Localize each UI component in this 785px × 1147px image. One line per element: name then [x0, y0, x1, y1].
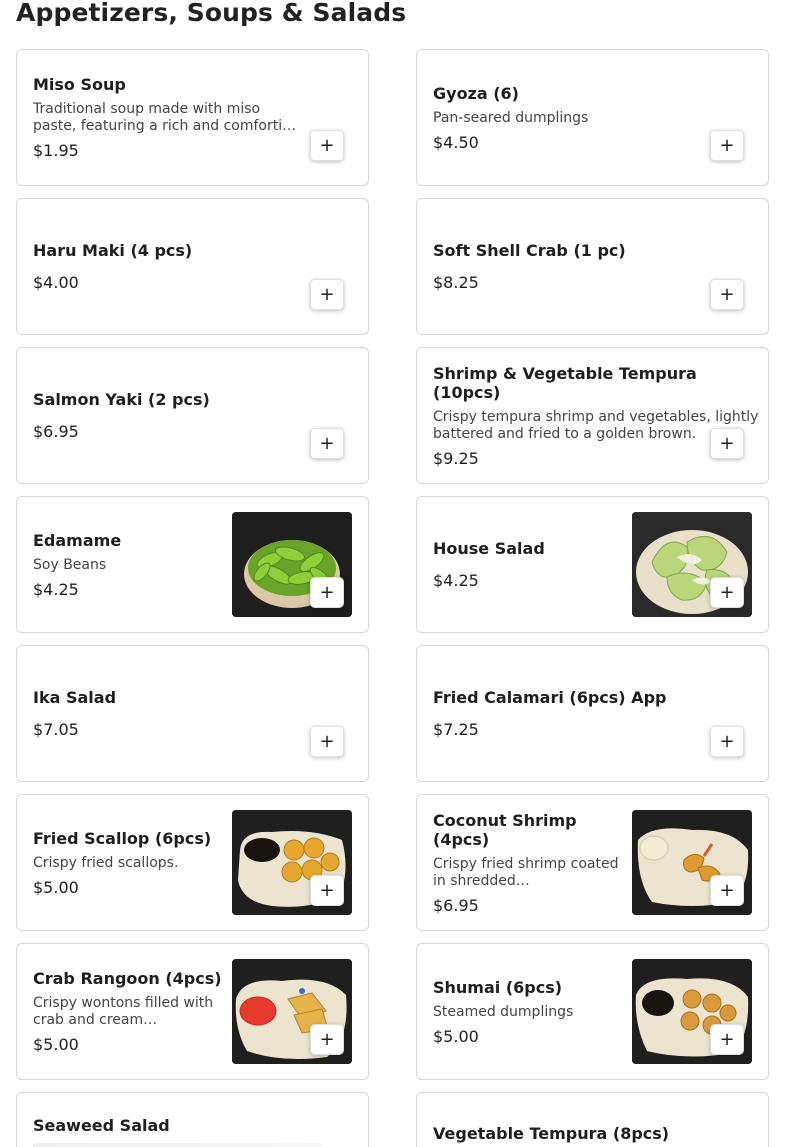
menu-grid: Miso Soup Traditional soup made with mis…: [16, 49, 769, 1147]
item-description: Steamed dumplings: [433, 1003, 574, 1020]
menu-item-fried-scallop[interactable]: Fried Scallop (6pcs) Crispy fried scallo…: [16, 794, 369, 931]
item-price: $8.25: [433, 273, 479, 292]
menu-item-shumai[interactable]: Shumai (6pcs) Steamed dumplings $5.00 +: [416, 943, 769, 1080]
add-to-cart-button[interactable]: +: [310, 279, 344, 310]
item-name: Coconut Shrimp (4pcs): [433, 810, 577, 849]
item-name: Seaweed Salad: [33, 1116, 170, 1135]
item-name: Shrimp & Vegetable Tempura (10pcs): [433, 363, 697, 402]
menu-item-gyoza[interactable]: Gyoza (6) Pan-seared dumplings $4.50 +: [416, 49, 769, 186]
item-price: $5.00: [433, 1026, 479, 1046]
add-to-cart-button[interactable]: +: [310, 875, 344, 906]
item-name: Miso Soup: [33, 75, 126, 94]
add-to-cart-button[interactable]: +: [710, 1024, 744, 1055]
item-description-cutoff: [33, 1143, 323, 1147]
item-name: Vegetable Tempura (8pcs): [433, 1124, 670, 1143]
item-description: Pan-seared dumplings: [433, 109, 589, 126]
item-description: Crispy fried shrimp coated in shredded…: [433, 855, 619, 889]
add-to-cart-button[interactable]: +: [710, 428, 744, 459]
item-description: Crispy wontons filled with crab and crea…: [33, 995, 214, 1028]
section-title: Appetizers, Soups & Salads: [16, 0, 407, 27]
menu-item-shrimp-vegetable-tempura[interactable]: Shrimp & Vegetable Tempura (10pcs) Crisp…: [416, 347, 769, 484]
item-name: Crab Rangoon (4pcs): [33, 969, 222, 988]
add-to-cart-button[interactable]: +: [710, 577, 744, 608]
item-price: $6.95: [33, 422, 79, 441]
menu-item-salmon-yaki[interactable]: Salmon Yaki (2 pcs) $6.95 +: [16, 347, 369, 484]
item-price: $6.95: [433, 895, 479, 915]
item-description: Traditional soup made with miso paste, f…: [33, 101, 300, 134]
item-price: $9.25: [433, 448, 479, 468]
add-to-cart-button[interactable]: +: [310, 130, 344, 161]
add-to-cart-button[interactable]: +: [310, 577, 344, 608]
add-to-cart-button[interactable]: +: [310, 1024, 344, 1055]
menu-item-haru-maki[interactable]: Haru Maki (4 pcs) $4.00 +: [16, 198, 369, 335]
menu-item-house-salad[interactable]: House Salad $4.25 +: [416, 496, 769, 633]
menu-item-crab-rangoon[interactable]: Crab Rangoon (4pcs) Crispy wontons fille…: [16, 943, 369, 1080]
add-to-cart-button[interactable]: +: [310, 428, 344, 459]
item-price: $7.05: [33, 720, 79, 739]
item-price: $4.00: [33, 273, 79, 292]
add-to-cart-button[interactable]: +: [310, 726, 344, 757]
menu-item-edamame[interactable]: Edamame Soy Beans $4.25 +: [16, 496, 369, 633]
item-name: Edamame: [33, 530, 122, 550]
menu-item-fried-calamari[interactable]: Fried Calamari (6pcs) App $7.25 +: [416, 645, 769, 782]
item-price: $5.00: [33, 877, 79, 897]
item-name: Fried Calamari (6pcs) App: [433, 688, 667, 707]
item-name: House Salad: [433, 539, 545, 558]
menu-item-vegetable-tempura[interactable]: Vegetable Tempura (8pcs): [416, 1092, 769, 1147]
menu-item-ika-salad[interactable]: Ika Salad $7.05 +: [16, 645, 369, 782]
menu-item-coconut-shrimp[interactable]: Coconut Shrimp (4pcs) Crispy fried shrim…: [416, 794, 769, 931]
add-to-cart-button[interactable]: +: [710, 726, 744, 757]
item-price: $1.95: [33, 141, 79, 160]
item-price: $4.25: [33, 579, 79, 599]
menu-item-seaweed-salad[interactable]: Seaweed Salad: [16, 1092, 369, 1147]
item-name: Fried Scallop (6pcs): [33, 828, 212, 848]
item-name: Soft Shell Crab (1 pc): [433, 241, 626, 260]
item-name: Shumai (6pcs): [433, 977, 563, 997]
item-price: $7.25: [433, 720, 479, 739]
menu-item-soft-shell-crab[interactable]: Soft Shell Crab (1 pc) $8.25 +: [416, 198, 769, 335]
item-price: $4.50: [433, 132, 479, 152]
item-description: Crispy fried scallops.: [33, 854, 179, 871]
item-name: Salmon Yaki (2 pcs): [33, 390, 210, 409]
item-name: Gyoza (6): [433, 83, 519, 103]
item-name: Haru Maki (4 pcs): [33, 241, 193, 260]
add-to-cart-button[interactable]: +: [710, 279, 744, 310]
item-price: $4.25: [433, 571, 479, 590]
item-name: Ika Salad: [33, 688, 117, 707]
item-price: $5.00: [33, 1035, 79, 1054]
menu-item-miso-soup[interactable]: Miso Soup Traditional soup made with mis…: [16, 49, 369, 186]
add-to-cart-button[interactable]: +: [710, 875, 744, 906]
add-to-cart-button[interactable]: +: [710, 130, 744, 161]
item-description: Soy Beans: [33, 556, 107, 573]
